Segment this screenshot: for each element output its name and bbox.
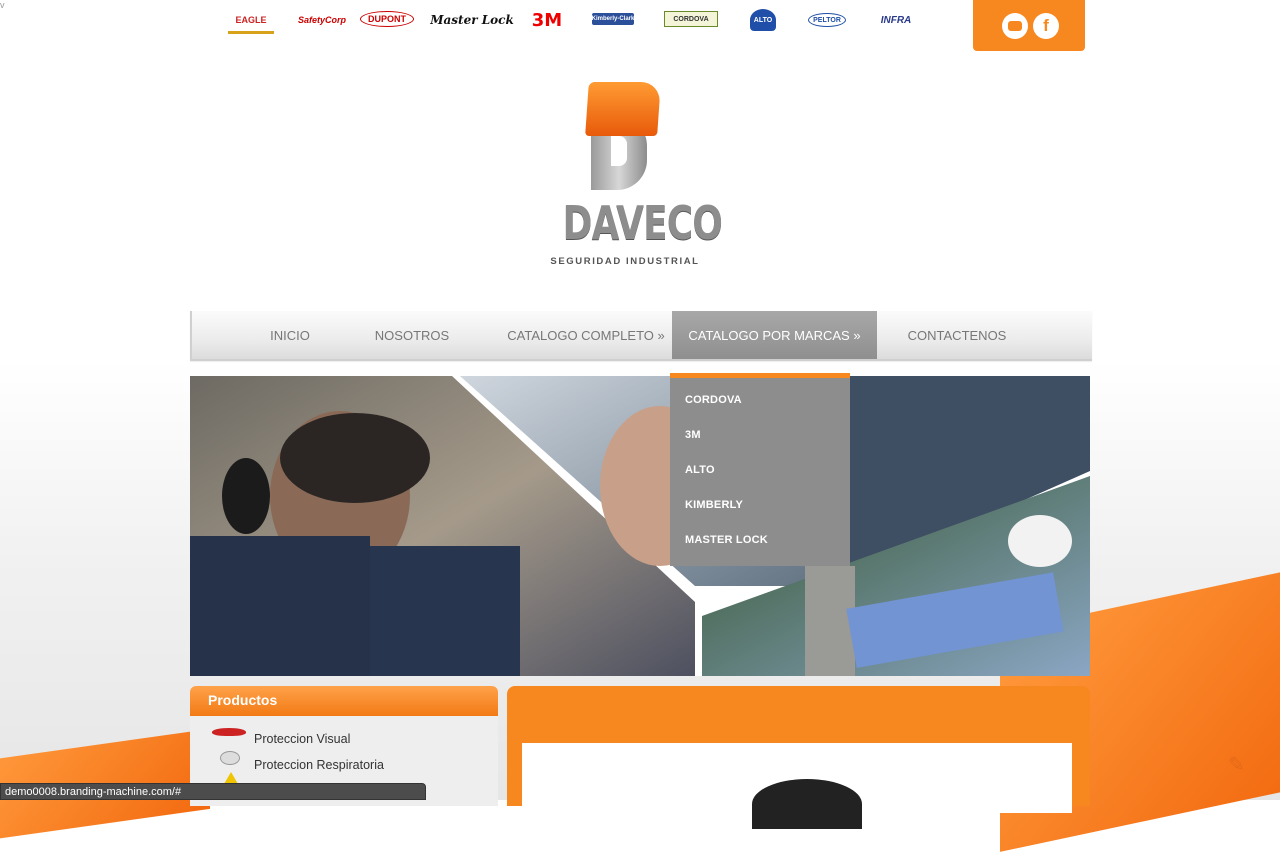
nav-item-inicio[interactable]: INICIO [258, 311, 322, 359]
dropdown-item-master-lock[interactable]: MASTER LOCK [685, 534, 768, 546]
alto-logo[interactable]: ALTO [750, 9, 776, 31]
productos-title: Productos [208, 692, 278, 708]
productos-item-proteccion-respiratoria[interactable]: Proteccion Respiratoria [254, 758, 384, 772]
dropdown-item-alto[interactable]: ALTO [685, 464, 715, 476]
infra-logo[interactable]: INFRA [872, 9, 920, 31]
dropdown-item-kimberly[interactable]: KIMBERLY [685, 499, 743, 511]
nav-item-catalogo-por-marcas[interactable]: CATALOGO POR MARCAS » [672, 311, 877, 359]
corner-mark: v [0, 0, 5, 10]
featured-product-panel [507, 686, 1090, 829]
logo-wordmark: DAVECO [562, 196, 723, 250]
eagle-logo[interactable]: EAGLE [228, 9, 274, 34]
chat-bubble-icon[interactable] [1002, 13, 1028, 39]
cordova-logo[interactable]: CORDOVA [664, 11, 718, 27]
nav-item-nosotros[interactable]: NOSOTROS [362, 311, 462, 359]
master-lock-logo[interactable]: Master Lock [430, 9, 514, 31]
featured-product-area [522, 743, 1072, 829]
productos-header: Productos [190, 686, 498, 716]
nav-item-contactenos[interactable]: CONTACTENOS [897, 311, 1017, 359]
logo-d-mark [585, 82, 661, 192]
social-links-box: f [973, 0, 1085, 51]
respirator-mask-icon [220, 751, 240, 765]
productos-item-proteccion-visual[interactable]: Proteccion Visual [254, 732, 350, 746]
3m-logo[interactable]: 3M [530, 9, 564, 31]
main-navigation: INICIO NOSOTROS CATALOGO COMPLETO » CATA… [190, 311, 1092, 361]
browser-status-bar: demo0008.branding-machine.com/# [0, 783, 426, 800]
catalogo-por-marcas-dropdown: CORDOVA 3M ALTO KIMBERLY MASTER LOCK [670, 373, 850, 566]
dropdown-item-3m[interactable]: 3M [685, 429, 701, 441]
banner-photo-collage [190, 376, 1090, 676]
safety-corp-logo[interactable]: SafetyCorp [298, 9, 346, 31]
daveco-logo[interactable]: DAVECO SEGURIDAD INDUSTRIAL [545, 78, 723, 273]
product-image[interactable] [752, 779, 862, 829]
facebook-icon[interactable]: f [1033, 13, 1059, 39]
dropdown-item-cordova[interactable]: CORDOVA [685, 394, 742, 406]
logo-tagline: SEGURIDAD INDUSTRIAL [550, 256, 700, 267]
pencil-icon[interactable]: ✎ [1228, 752, 1254, 776]
safety-glasses-icon [212, 728, 246, 736]
hero-banner-collage [190, 376, 1090, 676]
kimberly-clark-logo[interactable]: Kimberly-Clark [592, 13, 634, 25]
dupont-logo[interactable]: DUPONT [360, 11, 414, 27]
nav-item-catalogo-completo[interactable]: CATALOGO COMPLETO » [506, 311, 666, 359]
peltor-logo[interactable]: PELTOR [808, 13, 846, 27]
brand-logos-strip: EAGLE SafetyCorp DUPONT Master Lock 3M K… [220, 5, 930, 35]
